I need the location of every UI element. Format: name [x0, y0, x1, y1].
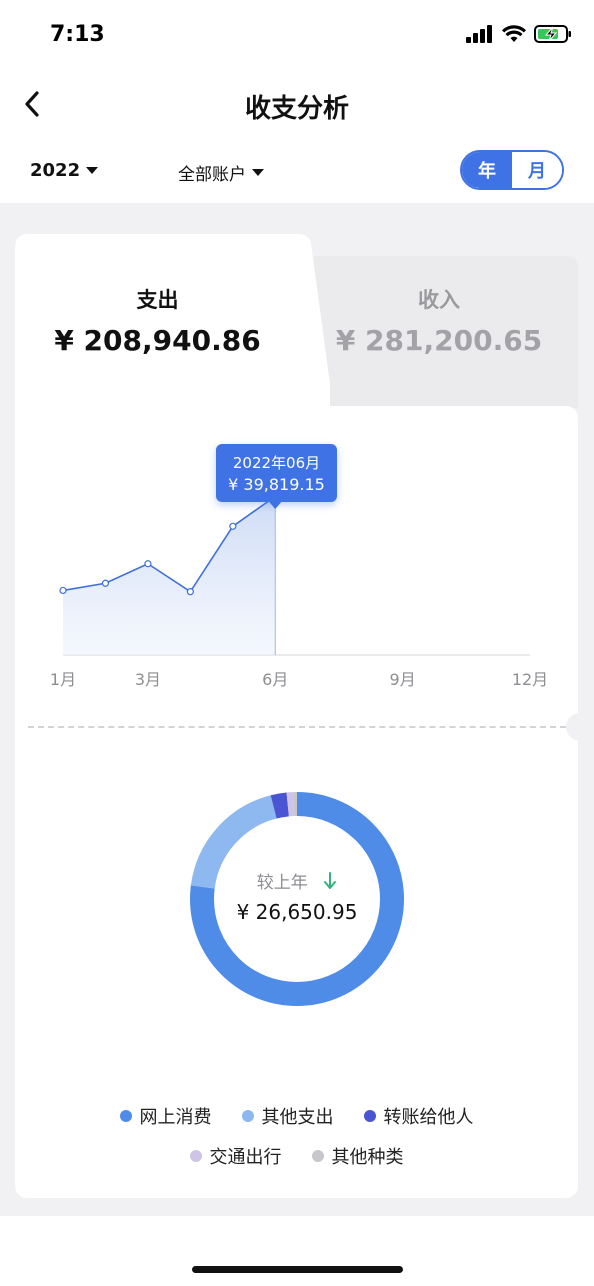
legend-dot [241, 1110, 254, 1122]
chart-legend: 网上消费 其他支出 转账给他人 交通出行 其他种类 [15, 1096, 578, 1176]
trend-down-arrow-icon [324, 872, 337, 889]
data-point [229, 522, 237, 530]
chart-tooltip: 2022年06月 ¥ 39,819.15 [216, 444, 337, 502]
legend-label: 网上消费 [139, 1107, 212, 1128]
comparison-label-text: 较上年 [256, 873, 308, 893]
area-fill [63, 496, 276, 655]
x-tick-label: 3月 [134, 670, 161, 689]
legend-row: 交通出行 其他种类 [15, 1136, 578, 1176]
x-tick-label: 9月 [389, 670, 416, 689]
data-point [59, 586, 67, 595]
legend-row: 网上消费 其他支出 转账给他人 [15, 1096, 578, 1136]
legend-item-online-shopping[interactable]: 网上消费 [119, 1103, 212, 1129]
tooltip-value: ¥ 39,819.15 [228, 475, 325, 494]
home-indicator [192, 1266, 403, 1273]
legend-label: 交通出行 [209, 1147, 282, 1168]
ticket-notch-right [566, 713, 594, 741]
legend-item-other-categories[interactable]: 其他种类 [311, 1143, 404, 1169]
x-tick-label: 6月 [262, 670, 289, 689]
legend-item-other-expenses[interactable]: 其他支出 [241, 1103, 334, 1129]
legend-item-transportation[interactable]: 交通出行 [189, 1143, 282, 1169]
legend-label: 其他种类 [331, 1147, 404, 1168]
dashed-divider [28, 726, 566, 728]
monthly-expense-line-chart [59, 492, 530, 656]
x-tick-label: 12月 [511, 670, 549, 689]
legend-dot [119, 1110, 132, 1122]
data-point [101, 579, 110, 587]
legend-dot [189, 1150, 202, 1162]
legend-label: 转账给他人 [383, 1107, 474, 1128]
x-tick-label: 1月 [49, 670, 77, 689]
legend-dot [363, 1110, 376, 1122]
comparison-label: 较上年 [190, 868, 404, 893]
tooltip-date: 2022年06月 [232, 454, 321, 472]
data-point [186, 588, 194, 596]
legend-label: 其他支出 [261, 1107, 334, 1128]
category-donut-chart [190, 792, 404, 1006]
legend-item-transfers[interactable]: 转账给他人 [363, 1103, 474, 1129]
legend-dot [311, 1150, 324, 1162]
data-point [144, 560, 152, 568]
comparison-value: ¥ 26,650.95 [236, 900, 358, 924]
